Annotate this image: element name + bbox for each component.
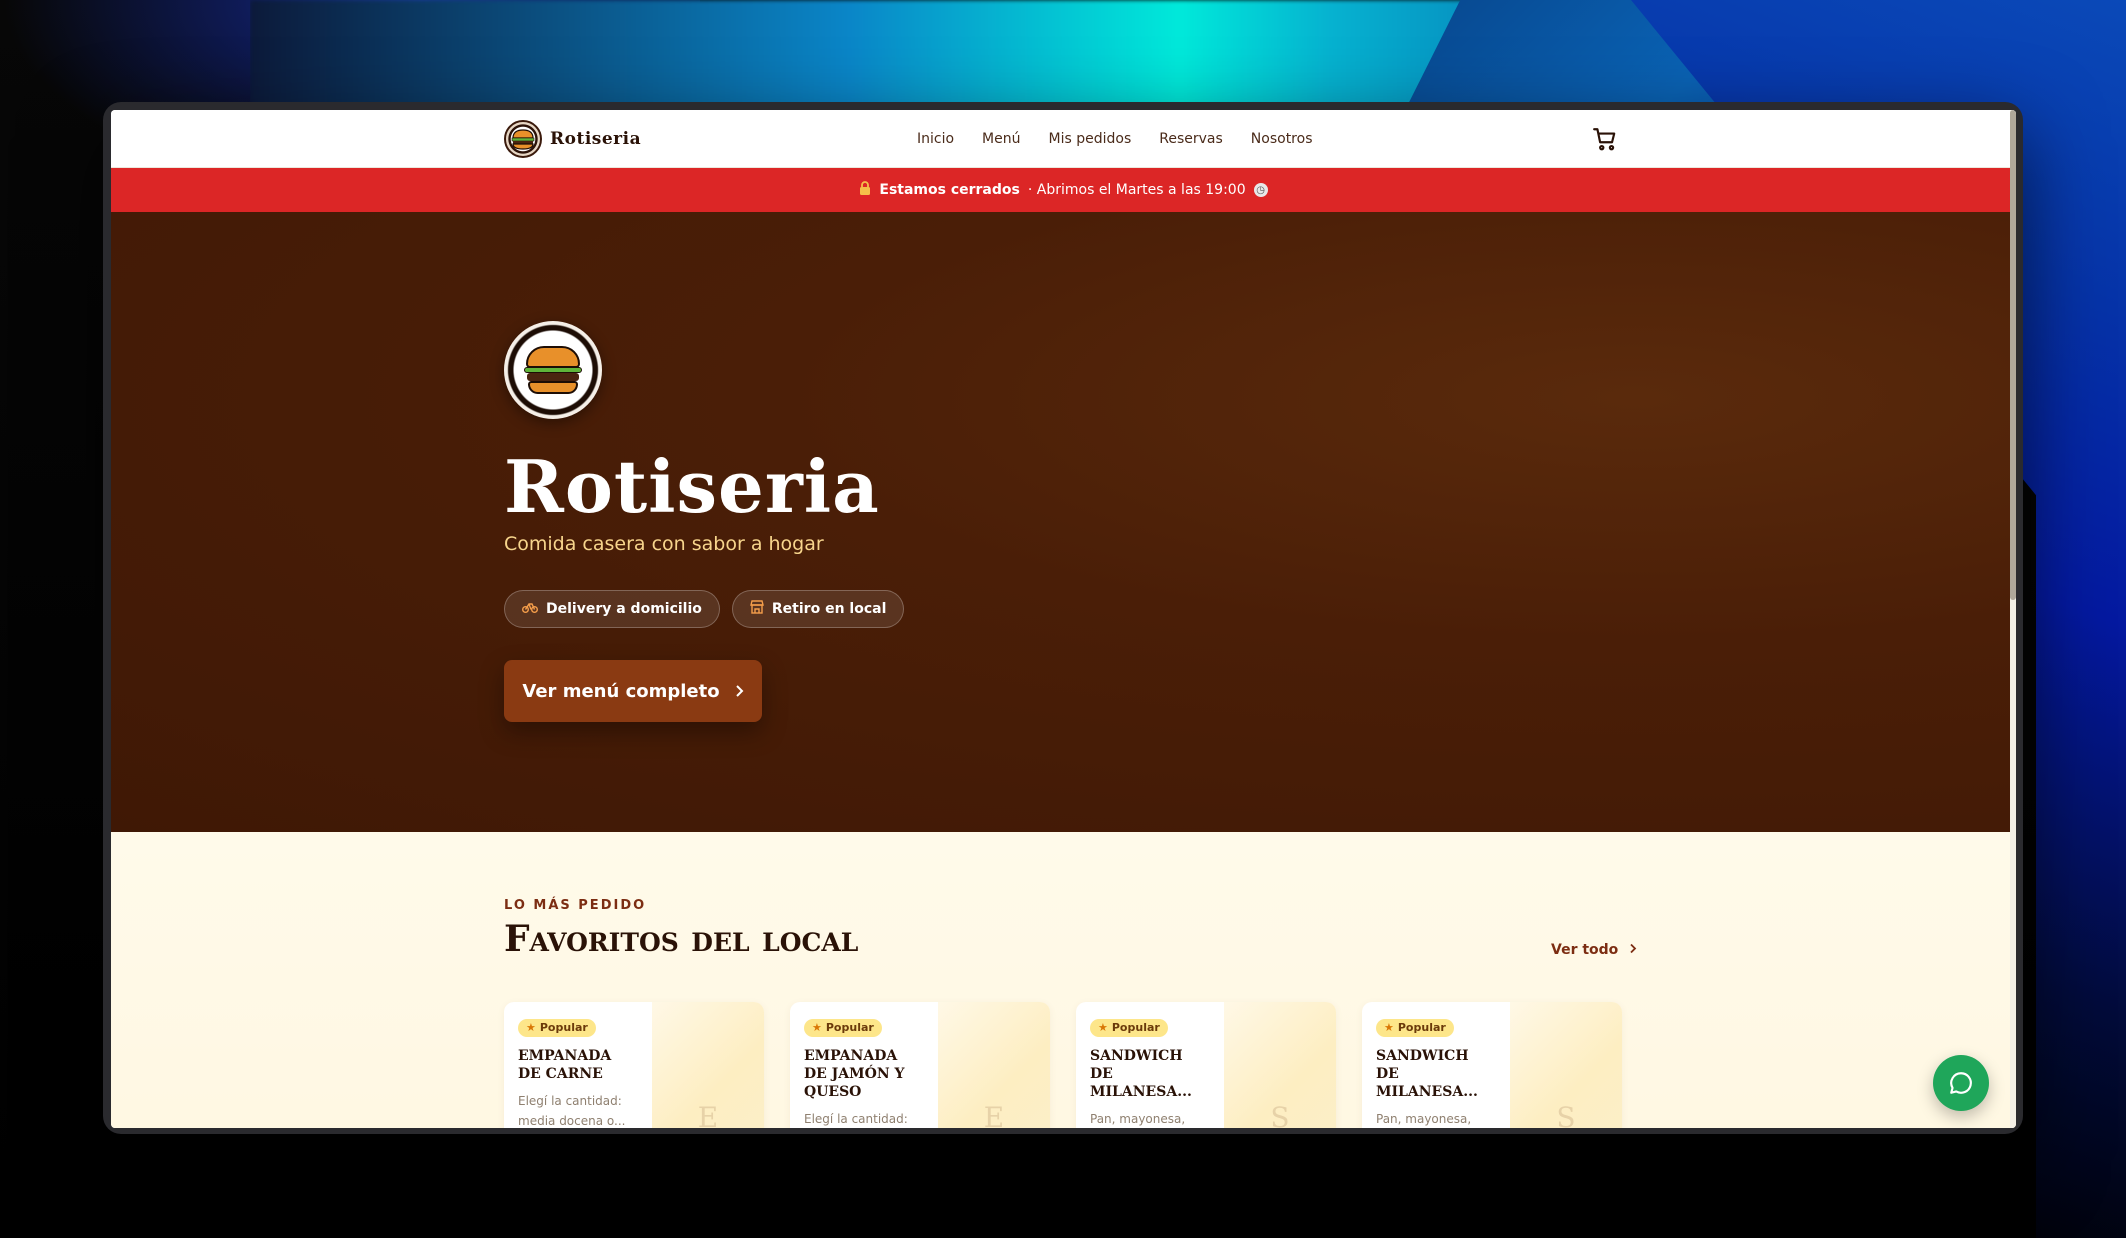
product-card-body: ★ Popular Empanada de jamón y queso Elegí… [790,1002,938,1128]
chip-delivery-label: Delivery a domicilio [546,601,702,617]
service-chips: Delivery a domicilio Retiro en local [504,590,905,628]
product-description: Elegí la cantidad: media docena o... [518,1093,626,1128]
main-nav: Inicio Menú Mis pedidos Reservas Nosotro… [917,131,1313,147]
product-card[interactable]: ★ Popular Empanada de jamón y queso Elegí… [790,1002,1050,1128]
product-thumbnail: S [1510,1002,1622,1128]
product-name: Empanada de jamón y queso [804,1047,905,1100]
burger-icon [524,344,582,396]
scrollbar-thumb[interactable] [2010,110,2016,600]
product-thumbnail-letter: E [697,1101,719,1128]
popular-badge-label: Popular [1111,1021,1160,1034]
chevron-right-icon [735,685,744,697]
chat-button[interactable] [1933,1055,1989,1111]
closed-banner: Estamos cerrados · Abrimos el Martes a l… [111,168,2016,212]
scrollbar[interactable] [2010,110,2016,1128]
cart-icon [1593,128,1616,151]
clock-icon: ◷ [1253,183,1268,197]
lock-icon [859,181,871,199]
product-card-body: ★ Popular Empanada de carne Elegí la cant… [504,1002,652,1128]
chip-pickup-label: Retiro en local [771,601,887,617]
product-thumbnail: E [938,1002,1050,1128]
favorites-kicker: LO MÁS PEDIDO [504,898,647,913]
popular-badge-label: Popular [825,1021,874,1034]
chip-pickup: Retiro en local [731,590,905,628]
brand-name: Rotiseria [550,128,642,149]
popular-badge: ★ Popular [1376,1018,1454,1037]
star-icon: ★ [1098,1021,1108,1034]
favorites-cards: ★ Popular Empanada de carne Elegí la cant… [504,1002,1622,1128]
popular-badge: ★ Popular [804,1018,882,1037]
nav-link-reservas[interactable]: Reservas [1159,131,1223,147]
view-menu-label: Ver menú completo [522,680,720,702]
product-card[interactable]: ★ Popular Sandwich de milanesa... Pan, ma… [1362,1002,1622,1128]
banner-reopen: · Abrimos el Martes a las 19:00 [1027,182,1246,198]
brand-logo-icon [504,119,542,158]
chip-delivery: Delivery a domicilio [504,590,720,628]
banner-status: Estamos cerrados [879,182,1020,198]
product-card[interactable]: ★ Popular Sandwich de milanesa... Pan, ma… [1076,1002,1336,1128]
cart-button[interactable] [1592,126,1618,152]
product-name: Sandwich de milanesa... [1090,1047,1192,1100]
top-navbar: Rotiseria Inicio Menú Mis pedidos Reserv… [111,110,2016,168]
store-icon [750,600,764,618]
product-name: Empanada de carne [518,1047,612,1082]
product-description: Elegí la cantidad: media docena o... [804,1111,908,1126]
browser-window: Rotiseria Inicio Menú Mis pedidos Reserv… [103,102,2023,1134]
star-icon: ★ [812,1021,822,1034]
product-thumbnail-letter: S [1270,1101,1290,1128]
nav-link-nosotros[interactable]: Nosotros [1251,131,1313,147]
brand[interactable]: Rotiseria [504,119,642,158]
bike-icon [522,601,538,617]
product-thumbnail-letter: E [983,1101,1005,1128]
product-description: Pan, mayonesa, milanesa, queso,... [1376,1111,1472,1126]
product-thumbnail: S [1224,1002,1336,1128]
chevron-right-icon [1630,943,1637,954]
product-card[interactable]: ★ Popular Empanada de carne Elegí la cant… [504,1002,764,1128]
star-icon: ★ [526,1021,536,1034]
nav-link-menu[interactable]: Menú [982,131,1020,147]
product-card-body: ★ Popular Sandwich de milanesa... Pan, ma… [1076,1002,1224,1128]
see-all-label: Ver todo [1551,942,1619,958]
popular-badge-label: Popular [539,1021,588,1034]
favorites-section: LO MÁS PEDIDO Favoritos del local Ver to… [111,832,2016,1128]
hero-logo-icon [504,321,602,419]
view-menu-button[interactable]: Ver menú completo [504,660,762,722]
chat-icon [1950,1072,1972,1094]
see-all-link[interactable]: Ver todo [1551,942,1637,958]
nav-link-mis-pedidos[interactable]: Mis pedidos [1049,131,1132,147]
favorites-title: Favoritos del local [504,918,859,960]
popular-badge-label: Popular [1397,1021,1446,1034]
page-viewport: Rotiseria Inicio Menú Mis pedidos Reserv… [111,110,2016,1128]
hero-title: Rotiseria [504,444,880,529]
hero-subtitle: Comida casera con sabor a hogar [504,533,824,555]
popular-badge: ★ Popular [518,1018,596,1037]
product-card-body: ★ Popular Sandwich de milanesa... Pan, ma… [1362,1002,1510,1128]
product-thumbnail-letter: S [1556,1101,1576,1128]
product-thumbnail: E [652,1002,764,1128]
product-name: Sandwich de milanesa... [1376,1047,1478,1100]
nav-link-inicio[interactable]: Inicio [917,131,954,147]
star-icon: ★ [1384,1021,1394,1034]
product-description: Pan, mayonesa, milanesa, queso,... [1090,1111,1186,1126]
hero-section: Rotiseria Comida casera con sabor a hoga… [111,212,2016,832]
popular-badge: ★ Popular [1090,1018,1168,1037]
